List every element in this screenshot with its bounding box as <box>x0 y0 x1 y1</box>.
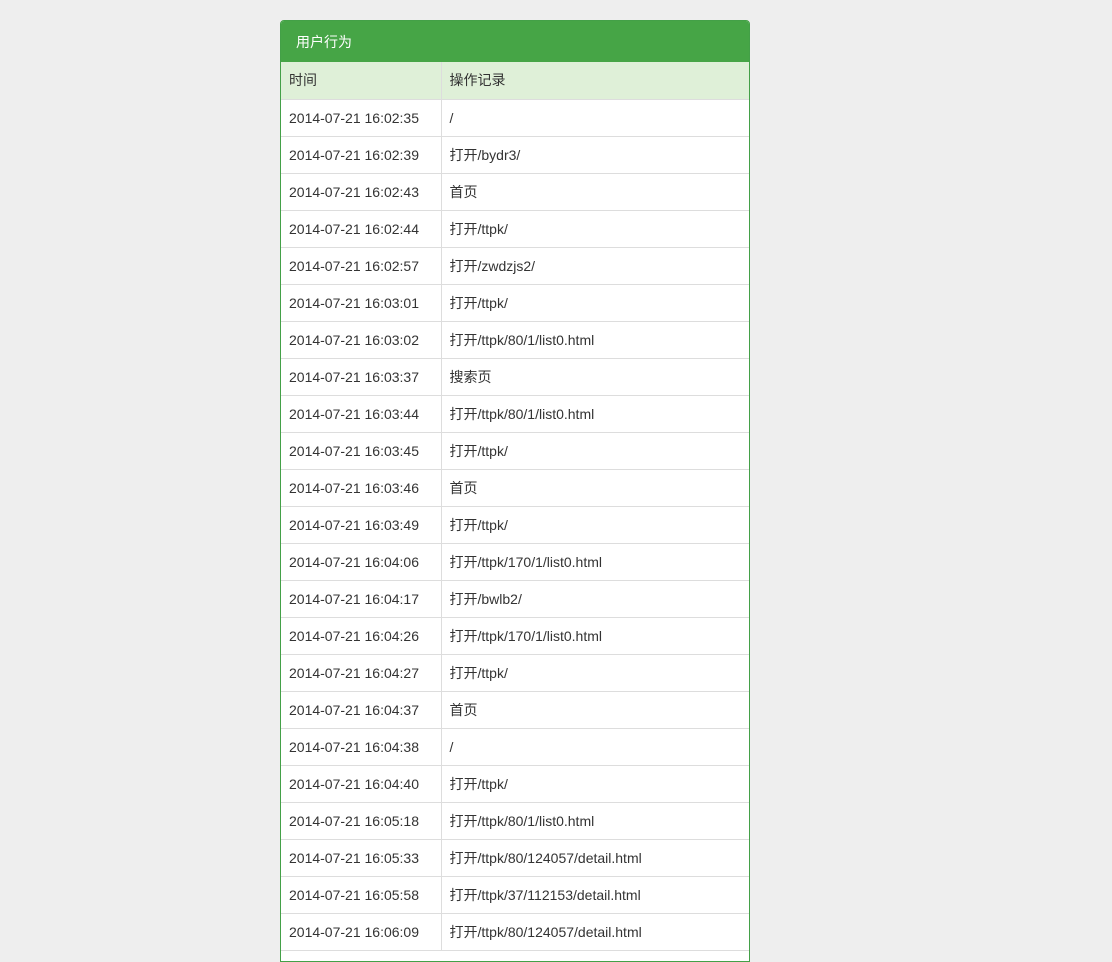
row-action: / <box>440 728 749 766</box>
row-action: 打开/ttpk/80/1/list0.html <box>440 802 749 840</box>
table-row: 2014-07-21 16:04:27 打开/ttpk/ <box>281 654 749 692</box>
table-row: 2014-07-21 16:02:39 打开/bydr3/ <box>281 136 749 174</box>
table-row: 2014-07-21 16:04:06 打开/ttpk/170/1/list0.h… <box>281 543 749 581</box>
row-time: 2014-07-21 16:05:18 <box>281 802 441 840</box>
row-action: 打开/ttpk/80/124057/detail.html <box>440 913 749 951</box>
table-row: 2014-07-21 16:05:18 打开/ttpk/80/1/list0.ht… <box>281 802 749 840</box>
row-time: 2014-07-21 16:04:37 <box>281 691 441 729</box>
row-time: 2014-07-21 16:02:44 <box>281 210 441 248</box>
row-time: 2014-07-21 16:04:40 <box>281 765 441 803</box>
row-time: 2014-07-21 16:03:37 <box>281 358 441 396</box>
row-action: 打开/ttpk/80/124057/detail.html <box>440 839 749 877</box>
row-action: 打开/ttpk/ <box>440 284 749 322</box>
row-action: 打开/ttpk/ <box>440 432 749 470</box>
behavior-table: 时间 操作记录 2014-07-21 16:02:35/2014-07-21 1… <box>281 62 749 951</box>
row-time: 2014-07-21 16:06:09 <box>281 913 441 951</box>
panel-title: 用户行为 <box>281 21 749 62</box>
row-time: 2014-07-21 16:04:17 <box>281 580 441 618</box>
table-row: 2014-07-21 16:03:01 打开/ttpk/ <box>281 284 749 322</box>
row-action: 首页 <box>440 469 749 507</box>
row-action: 搜索页 <box>440 358 749 396</box>
table-row: 2014-07-21 16:03:44 打开/ttpk/80/1/list0.ht… <box>281 395 749 433</box>
table-row: 2014-07-21 16:05:58 打开/ttpk/37/112153/det… <box>281 876 749 914</box>
row-action: 首页 <box>440 173 749 211</box>
table-row: 2014-07-21 16:04:38/ <box>281 728 749 766</box>
table-row: 2014-07-21 16:04:40 打开/ttpk/ <box>281 765 749 803</box>
row-time: 2014-07-21 16:02:35 <box>281 99 441 137</box>
row-time: 2014-07-21 16:04:06 <box>281 543 441 581</box>
table-row: 2014-07-21 16:04:17 打开/bwlb2/ <box>281 580 749 618</box>
table-row: 2014-07-21 16:03:45 打开/ttpk/ <box>281 432 749 470</box>
row-action: 打开/bydr3/ <box>440 136 749 174</box>
table-row: 2014-07-21 16:02:44 打开/ttpk/ <box>281 210 749 248</box>
row-time: 2014-07-21 16:03:02 <box>281 321 441 359</box>
table-row: 2014-07-21 16:03:37 搜索页 <box>281 358 749 396</box>
table-body: 2014-07-21 16:02:35/2014-07-21 16:02:39 打… <box>281 99 749 951</box>
column-header-action: 操作记录 <box>440 62 749 100</box>
row-time: 2014-07-21 16:03:49 <box>281 506 441 544</box>
table-row: 2014-07-21 16:06:09 打开/ttpk/80/124057/det… <box>281 913 749 951</box>
row-time: 2014-07-21 16:03:44 <box>281 395 441 433</box>
row-time: 2014-07-21 16:03:46 <box>281 469 441 507</box>
table-row: 2014-07-21 16:05:33 打开/ttpk/80/124057/det… <box>281 839 749 877</box>
row-action: 打开/ttpk/ <box>440 506 749 544</box>
row-time: 2014-07-21 16:05:58 <box>281 876 441 914</box>
row-action: 打开/bwlb2/ <box>440 580 749 618</box>
table-row: 2014-07-21 16:02:35/ <box>281 99 749 137</box>
row-action: / <box>440 99 749 137</box>
table-row: 2014-07-21 16:03:46 首页 <box>281 469 749 507</box>
user-behavior-panel: 用户行为 时间 操作记录 2014-07-21 16:02:35/2014-07… <box>280 20 750 962</box>
table-row: 2014-07-21 16:02:43 首页 <box>281 173 749 211</box>
table-row: 2014-07-21 16:04:37 首页 <box>281 691 749 729</box>
table-row: 2014-07-21 16:03:49 打开/ttpk/ <box>281 506 749 544</box>
table-row: 2014-07-21 16:04:26 打开/ttpk/170/1/list0.h… <box>281 617 749 655</box>
row-action: 打开/ttpk/80/1/list0.html <box>440 321 749 359</box>
row-time: 2014-07-21 16:02:39 <box>281 136 441 174</box>
row-action: 打开/ttpk/170/1/list0.html <box>440 543 749 581</box>
row-time: 2014-07-21 16:02:43 <box>281 173 441 211</box>
row-time: 2014-07-21 16:04:38 <box>281 728 441 766</box>
row-time: 2014-07-21 16:05:33 <box>281 839 441 877</box>
column-header-time: 时间 <box>281 62 441 100</box>
row-action: 打开/ttpk/170/1/list0.html <box>440 617 749 655</box>
table-row: 2014-07-21 16:02:57 打开/zwdzjs2/ <box>281 247 749 285</box>
table-header: 时间 操作记录 <box>281 62 749 100</box>
row-time: 2014-07-21 16:03:01 <box>281 284 441 322</box>
row-action: 首页 <box>440 691 749 729</box>
row-action: 打开/ttpk/ <box>440 210 749 248</box>
row-action: 打开/ttpk/37/112153/detail.html <box>440 876 749 914</box>
row-time: 2014-07-21 16:02:57 <box>281 247 441 285</box>
table-row: 2014-07-21 16:03:02 打开/ttpk/80/1/list0.ht… <box>281 321 749 359</box>
row-action: 打开/ttpk/ <box>440 765 749 803</box>
table-header-row: 时间 操作记录 <box>281 62 749 100</box>
row-action: 打开/ttpk/80/1/list0.html <box>440 395 749 433</box>
row-action: 打开/ttpk/ <box>440 654 749 692</box>
row-time: 2014-07-21 16:03:45 <box>281 432 441 470</box>
row-time: 2014-07-21 16:04:27 <box>281 654 441 692</box>
row-action: 打开/zwdzjs2/ <box>440 247 749 285</box>
row-time: 2014-07-21 16:04:26 <box>281 617 441 655</box>
